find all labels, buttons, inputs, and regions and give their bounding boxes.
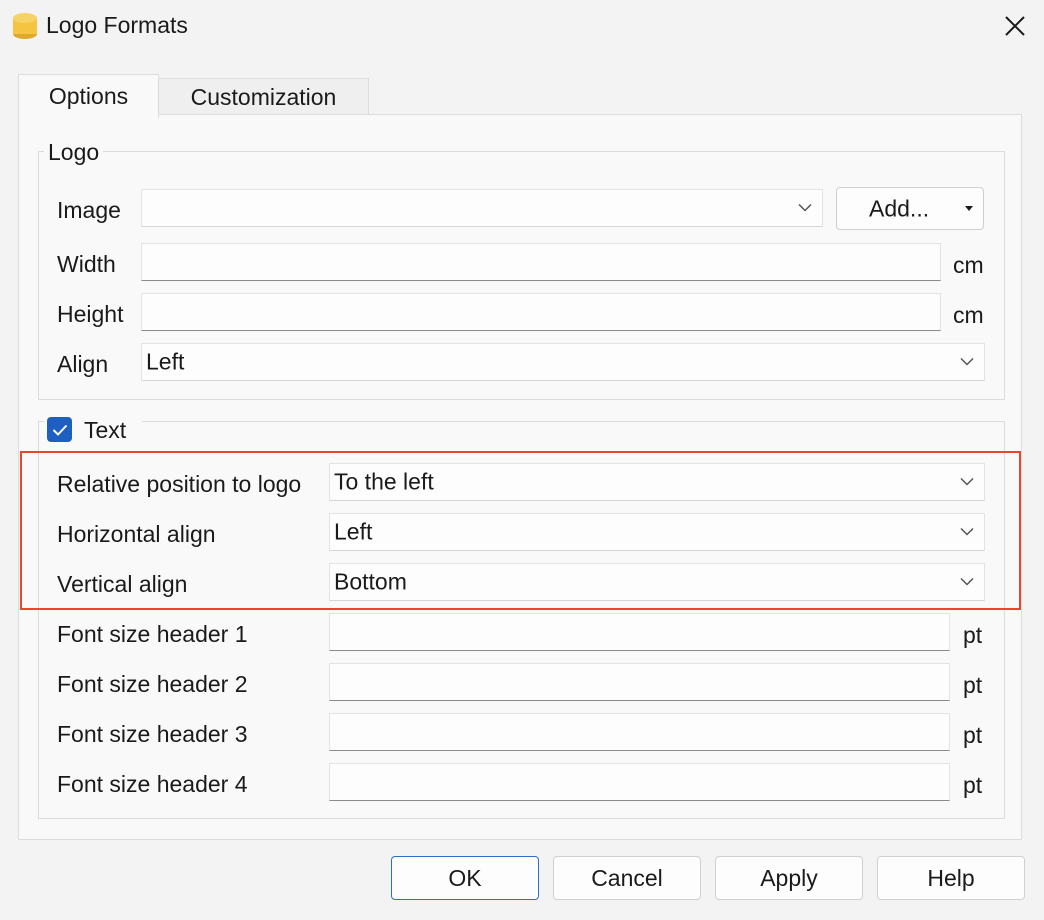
font-size-header-1-unit: pt: [963, 622, 983, 648]
horizontal-align-value: Left: [334, 518, 373, 545]
tab-customization[interactable]: Customization: [159, 78, 369, 116]
add-image-button[interactable]: Add...: [836, 187, 984, 230]
align-select-value: Left: [146, 348, 185, 375]
align-label: Align: [57, 351, 109, 377]
image-label: Image: [57, 197, 121, 223]
help-button[interactable]: Help: [877, 856, 1025, 900]
chevron-down-icon: [960, 357, 974, 366]
text-checkbox[interactable]: [47, 417, 72, 442]
banana-coin-stack-icon: [13, 13, 37, 39]
height-label: Height: [57, 301, 124, 327]
chevron-down-icon: [960, 577, 974, 586]
image-select[interactable]: [141, 189, 823, 227]
chevron-down-icon: [960, 527, 974, 536]
tab-options[interactable]: Options: [18, 74, 159, 118]
add-image-button-label: Add...: [869, 195, 930, 221]
checkmark-icon: [52, 424, 67, 436]
vertical-align-select[interactable]: Bottom: [329, 563, 985, 601]
window-title: Logo Formats: [46, 12, 188, 38]
width-input[interactable]: [141, 243, 941, 281]
relative-position-value: To the left: [334, 468, 434, 495]
width-unit: cm: [953, 252, 984, 278]
font-size-header-3-unit: pt: [963, 722, 983, 748]
height-unit: cm: [953, 302, 984, 328]
font-size-header-4-label: Font size header 4: [57, 771, 248, 797]
ok-button[interactable]: OK: [391, 856, 539, 900]
vertical-align-value: Bottom: [334, 568, 407, 595]
width-label: Width: [57, 251, 116, 277]
height-input[interactable]: [141, 293, 941, 331]
font-size-header-2-input[interactable]: [329, 663, 950, 701]
text-checkbox-label: Text: [84, 417, 127, 443]
close-button[interactable]: [994, 6, 1036, 46]
font-size-header-2-unit: pt: [963, 672, 983, 698]
font-size-header-4-input[interactable]: [329, 763, 950, 801]
close-icon: [1005, 16, 1025, 36]
font-size-header-3-input[interactable]: [329, 713, 950, 751]
font-size-header-1-label: Font size header 1: [57, 621, 248, 647]
font-size-header-4-unit: pt: [963, 772, 983, 798]
apply-button[interactable]: Apply: [715, 856, 863, 900]
font-size-header-3-label: Font size header 3: [57, 721, 248, 747]
relative-position-label: Relative position to logo: [57, 471, 302, 497]
vertical-align-label: Vertical align: [57, 571, 188, 597]
chevron-down-icon: [960, 477, 974, 486]
dropdown-caret-icon: [965, 206, 973, 211]
title-bar: Logo Formats: [0, 0, 1044, 52]
horizontal-align-select[interactable]: Left: [329, 513, 985, 551]
chevron-down-icon: [798, 203, 812, 212]
align-select[interactable]: Left: [141, 343, 985, 381]
cancel-button[interactable]: Cancel: [553, 856, 701, 900]
relative-position-select[interactable]: To the left: [329, 463, 985, 501]
horizontal-align-label: Horizontal align: [57, 521, 216, 547]
logo-group-legend: Logo: [44, 139, 104, 166]
font-size-header-2-label: Font size header 2: [57, 671, 248, 697]
font-size-header-1-input[interactable]: [329, 613, 950, 651]
